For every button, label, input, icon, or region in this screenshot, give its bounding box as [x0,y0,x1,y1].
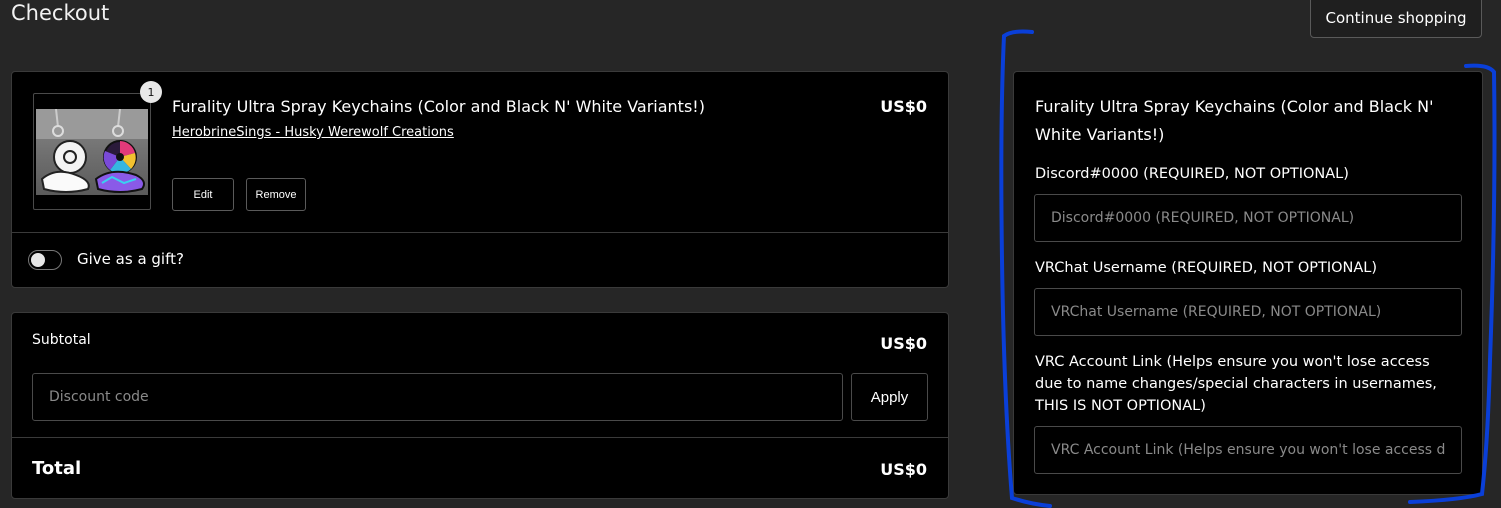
product-thumbnail[interactable] [33,93,151,210]
apply-button[interactable]: Apply [851,373,928,421]
discount-code-input[interactable] [32,373,843,421]
vrc-account-link-field[interactable] [1034,426,1462,474]
order-summary-panel: Subtotal US$0 Apply Total US$0 [11,312,949,499]
edit-button[interactable]: Edit [172,178,234,211]
quantity-badge: 1 [140,81,162,103]
product-fields-panel: Furality Ultra Spray Keychains (Color an… [1013,71,1483,495]
item-price: US$0 [880,97,927,116]
item-title: Furality Ultra Spray Keychains (Color an… [172,97,705,116]
remove-button[interactable]: Remove [246,178,306,211]
discord-label: Discord#0000 (REQUIRED, NOT OPTIONAL) [1035,166,1349,182]
subtotal-value: US$0 [880,334,927,353]
divider [12,437,948,438]
keychain-artwork [36,109,148,193]
toggle-knob [31,253,45,267]
product-image [36,109,148,195]
total-label: Total [32,458,82,479]
gift-toggle[interactable] [28,250,62,270]
divider [12,232,948,233]
vrchat-username-field[interactable] [1034,288,1462,336]
subtotal-label: Subtotal [32,332,91,348]
vrchat-username-label: VRChat Username (REQUIRED, NOT OPTIONAL) [1035,260,1378,276]
total-value: US$0 [880,460,927,479]
continue-shopping-button[interactable]: Continue shopping [1310,0,1482,38]
vrc-account-link-label: VRC Account Link (Helps ensure you won't… [1035,354,1437,414]
gift-label: Give as a gift? [77,250,184,268]
page-title: Checkout [11,1,110,25]
cart-item-panel: 1 Furality Ultra Spray Keychains (Color … [11,71,949,288]
seller-link[interactable]: HerobrineSings - Husky Werewolf Creation… [172,125,454,140]
product-title: Furality Ultra Spray Keychains (Color an… [1035,97,1434,144]
discord-field[interactable] [1034,194,1462,242]
